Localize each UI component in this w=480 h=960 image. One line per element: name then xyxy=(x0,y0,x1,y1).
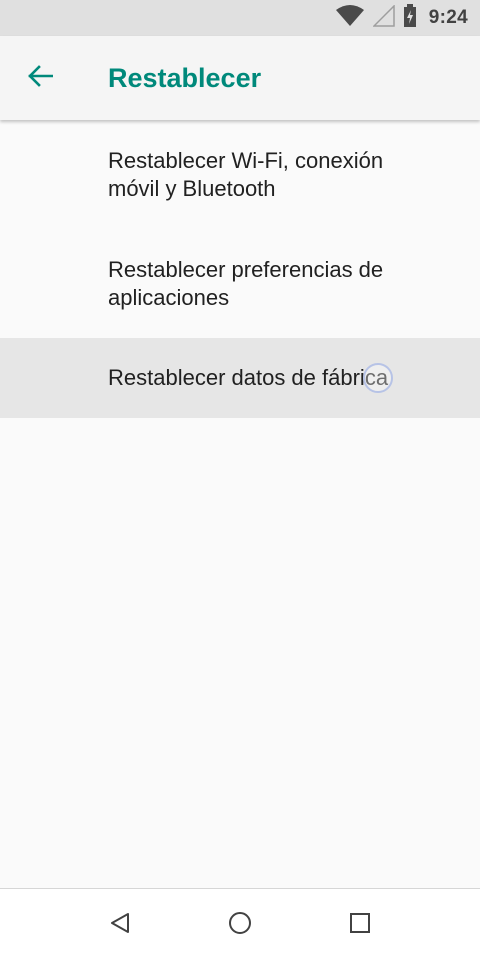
nav-recents-button[interactable] xyxy=(335,900,385,950)
status-bar: 9:24 xyxy=(0,0,480,36)
arrow-back-icon xyxy=(27,64,54,92)
back-button[interactable] xyxy=(16,54,64,102)
list-item-reset-network[interactable]: Restablecer Wi-Fi, conexión móvil y Blue… xyxy=(0,120,480,229)
navigation-bar xyxy=(0,888,480,960)
wifi-icon xyxy=(335,4,365,32)
app-bar: Restablecer xyxy=(0,36,480,120)
status-time: 9:24 xyxy=(428,7,468,28)
recents-square-icon xyxy=(349,912,371,939)
status-icons: 9:24 xyxy=(335,0,468,36)
cell-signal-icon xyxy=(371,3,395,32)
list-item-reset-app-preferences[interactable]: Restablecer preferencias de aplicaciones xyxy=(0,229,480,338)
settings-screen: 9:24 Restablecer Restablecer Wi-Fi, cone… xyxy=(0,0,480,960)
battery-icon xyxy=(403,3,417,33)
home-circle-icon xyxy=(228,911,252,940)
list-item-factory-reset[interactable]: Restablecer datos de fábrica xyxy=(0,338,480,418)
reset-options-list: Restablecer Wi-Fi, conexión móvil y Blue… xyxy=(0,120,480,418)
list-item-label: Restablecer Wi-Fi, conexión móvil y Blue… xyxy=(108,148,384,201)
list-item-label: Restablecer preferencias de aplicaciones xyxy=(108,257,384,310)
back-triangle-icon xyxy=(109,912,131,939)
nav-home-button[interactable] xyxy=(215,900,265,950)
page-title: Restablecer xyxy=(108,63,262,93)
touch-ripple xyxy=(363,363,393,393)
nav-back-button[interactable] xyxy=(95,900,145,950)
